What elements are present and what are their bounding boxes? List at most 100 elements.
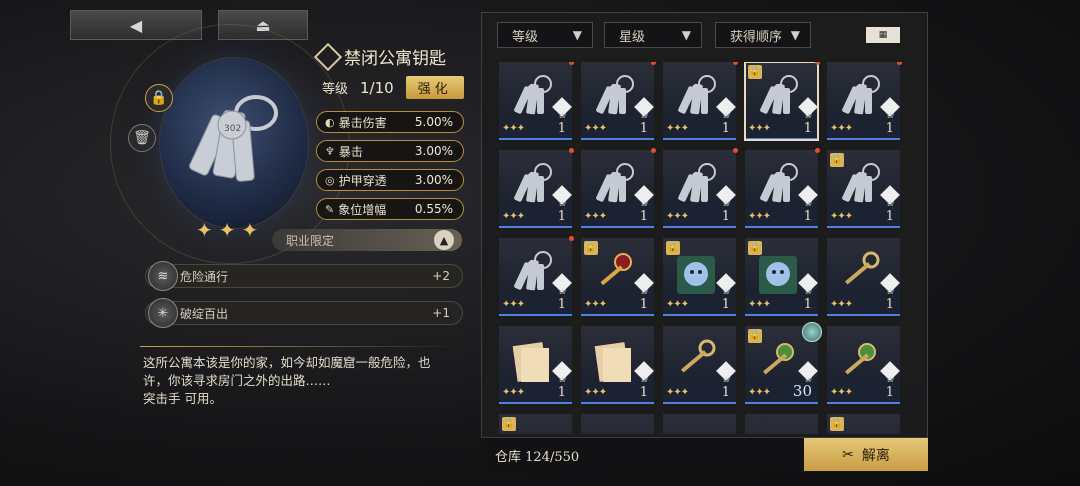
orb-icon [802,322,822,342]
inventory-card[interactable]: ✦✦✦ LV 1 [499,62,574,140]
card-lv-label: LV [559,201,566,208]
inventory-card[interactable]: ✦✦✦ LV 1 [581,148,656,228]
lock-icon: 🔒 [830,153,844,167]
class-emblem-icon: ▲ [434,230,454,250]
inventory-card[interactable]: ✦✦✦ LV 1 [827,62,902,140]
inventory-card[interactable] [745,414,818,434]
stat-name: 暴击伤害 [338,115,387,130]
new-dot-icon [733,62,738,65]
storage-label: 仓库 [495,450,522,465]
keys-icon [589,72,639,122]
filter-star-dropdown[interactable]: 星级 ▼ [604,22,702,48]
keys-icon [835,72,885,122]
inventory-card[interactable]: 🔒 ✦✦✦ LV 1 [581,238,654,316]
card-level: 1 [885,209,894,224]
keys-icon [671,160,721,210]
divider [140,346,462,347]
item-name: 禁闭公寓钥匙 [344,49,446,69]
new-dot-icon [651,62,656,65]
inventory-card[interactable]: 🔒 ✦✦✦ LV 30 [745,322,822,404]
card-level: 1 [721,209,730,224]
skill-row-danger-pass[interactable]: ≋ 危险通行 +2 [145,261,463,291]
scroll-icon [507,336,557,386]
card-lv-label: LV [723,289,730,296]
filter-star-label: 星级 [619,29,646,45]
stat-value: 5.00% [414,115,453,129]
filter-level-label: 等级 [512,29,539,45]
inventory-card[interactable]: ✦✦✦ LV 1 [827,326,900,404]
inventory-card[interactable]: 🔒 ✦✦✦ LV 1 [663,238,736,316]
skill-row-flawless[interactable]: ✳ 破绽百出 +1 [145,298,463,328]
lock-icon: 🔒 [748,241,762,255]
card-lv-label: LV [805,289,812,296]
rarity-stars: ✦✦✦ [584,211,607,222]
inventory-card[interactable]: ✦✦✦ LV 1 [663,148,738,228]
class-limit-label: 职业限定 [286,233,335,248]
inventory-card[interactable] [581,414,654,434]
new-dot-icon [815,62,820,65]
dismantle-button[interactable]: ✂ 解离 [804,438,928,471]
card-lv-label: LV [723,377,730,384]
keys-icon [507,72,557,122]
new-dot-icon [815,148,820,153]
rarity-stars: ✦✦✦ [666,211,689,222]
skill-name: 危险通行 [180,269,229,284]
card-level: 1 [885,297,894,312]
inventory-card[interactable]: 🔒 [499,414,572,434]
upgrade-button[interactable]: 强化 [405,76,464,99]
grid-view-icon[interactable]: ▦ [866,27,900,43]
caret-down-icon: ▼ [572,28,582,42]
skill-value: +1 [432,306,450,320]
scroll-icon [589,336,639,386]
item-description: 这所公寓本该是你的家，如今却如魔窟一般危险，也 许，你该寻求房门之外的出路…… … [143,354,463,408]
inventory-card[interactable]: ✦✦✦ LV 1 [581,326,654,404]
description-line: 这所公寓本该是你的家，如今却如魔窟一般危险，也 [143,355,431,370]
inventory-card[interactable]: 🔒 [827,414,900,434]
lock-icon: 🔒 [666,241,680,255]
inventory-card[interactable]: ✦✦✦ LV 1 [499,236,574,316]
filter-order-label: 获得顺序 [730,29,783,45]
card-lv-label: LV [641,289,648,296]
storage-value: 124/550 [525,450,580,465]
card-level: 1 [721,385,730,400]
inventory-card[interactable]: ✦✦✦ LV 1 [499,326,572,404]
armor-pierce-icon: ◎ [325,173,335,187]
card-lv-label: LV [641,113,648,120]
inventory-card[interactable]: 🔒 ✦✦✦ LV 1 [745,238,818,316]
card-level: 30 [792,382,812,400]
card-level: 1 [721,297,730,312]
card-lv-label: LV [559,289,566,296]
filter-level-dropdown[interactable]: 等级 ▼ [497,22,593,48]
new-dot-icon [651,148,656,153]
gold-key-icon [835,248,885,298]
rarity-stars: ✦✦✦ [748,299,771,310]
level-row: 等级 1/10 强化 [322,76,464,99]
lock-icon[interactable]: 🔒 [145,84,173,112]
card-lv-label: LV [723,201,730,208]
inventory-card[interactable]: ✦✦✦ LV 1 [827,238,900,316]
inventory-card[interactable]: ✦✦✦ LV 1 [581,62,656,140]
filter-order-dropdown[interactable]: 获得顺序 ▼ [715,22,811,48]
new-dot-icon [733,148,738,153]
trash-icon[interactable]: 🗑 [128,124,156,152]
class-limit-bar[interactable]: 职业限定 ▲ [272,229,462,251]
star-icon: ✦ [218,218,236,242]
green-key-icon [835,336,885,386]
inventory-card[interactable]: ✦✦✦ LV 1 [663,326,736,404]
rarity-stars: ✦✦✦ [666,387,689,398]
inventory-card[interactable]: ✦✦✦ LV 1 [663,62,738,140]
stat-value: 0.55% [414,202,453,216]
inventory-card[interactable]: ✦✦✦ LV 1 [745,148,820,228]
inventory-card[interactable]: 🔒 ✦✦✦ LV 1 [744,62,820,141]
rarity-stars: ✦✦✦ [502,387,525,398]
keys-illustration: 302 [189,95,278,182]
item-type-icon [313,42,343,71]
green-key-icon [753,336,803,386]
card-lv-label: LV [887,377,894,384]
inventory-card[interactable]: 🔒 ✦✦✦ LV 1 [827,150,900,228]
inventory-card[interactable]: ✦✦✦ LV 1 [499,148,574,228]
inventory-card[interactable] [663,414,736,434]
card-level: 1 [557,121,566,136]
keys-icon [507,248,557,298]
card-level: 1 [639,121,648,136]
